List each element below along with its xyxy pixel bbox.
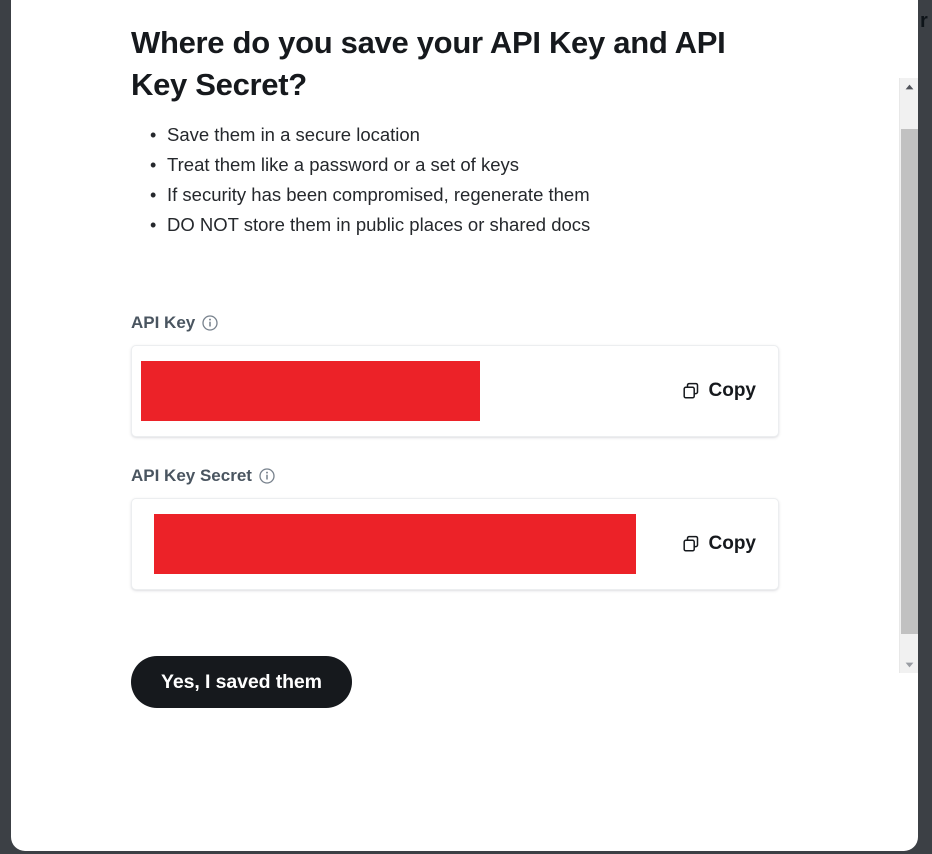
security-tips-list: Save them in a secure location Treat the… xyxy=(131,120,779,240)
copy-api-key-secret-button[interactable]: Copy xyxy=(680,529,759,559)
api-key-secret-field-card[interactable]: Copy xyxy=(131,498,779,590)
dialog-content: Where do you save your API Key and API K… xyxy=(11,0,899,708)
list-item: Treat them like a password or a set of k… xyxy=(131,150,779,180)
api-key-redacted-value xyxy=(141,361,480,421)
dialog-title: Where do you save your API Key and API K… xyxy=(131,25,726,102)
list-item: Save them in a secure location xyxy=(131,120,779,150)
api-key-secret-label-row: API Key Secret xyxy=(131,466,779,486)
copy-api-key-button[interactable]: Copy xyxy=(680,376,759,406)
copy-api-key-secret-label: Copy xyxy=(708,533,757,554)
api-key-secret-label: API Key Secret xyxy=(131,466,252,485)
copy-api-key-label: Copy xyxy=(708,380,757,401)
info-circle-icon[interactable] xyxy=(202,315,218,331)
copy-icon xyxy=(682,382,700,400)
scrollbar-down-button[interactable] xyxy=(900,656,918,673)
info-circle-icon[interactable] xyxy=(259,468,275,484)
api-key-saved-dialog: Where do you save your API Key and API K… xyxy=(11,0,918,851)
clipped-text-glyph: r xyxy=(920,10,928,32)
dialog-scroll-region: Where do you save your API Key and API K… xyxy=(11,0,899,851)
list-item: DO NOT store them in public places or sh… xyxy=(131,210,779,240)
api-key-label: API Key xyxy=(131,313,196,332)
api-key-secret-redacted-value xyxy=(154,514,636,574)
scrollbar-thumb[interactable] xyxy=(901,129,918,634)
copy-icon xyxy=(682,535,700,553)
api-key-field-card[interactable]: Copy xyxy=(131,345,779,437)
list-item: If security has been compromised, regene… xyxy=(131,180,779,210)
confirm-saved-button[interactable]: Yes, I saved them xyxy=(131,656,352,708)
vertical-scrollbar[interactable] xyxy=(899,78,918,673)
api-key-label-row: API Key xyxy=(131,313,779,333)
scrollbar-up-button[interactable] xyxy=(900,78,918,95)
